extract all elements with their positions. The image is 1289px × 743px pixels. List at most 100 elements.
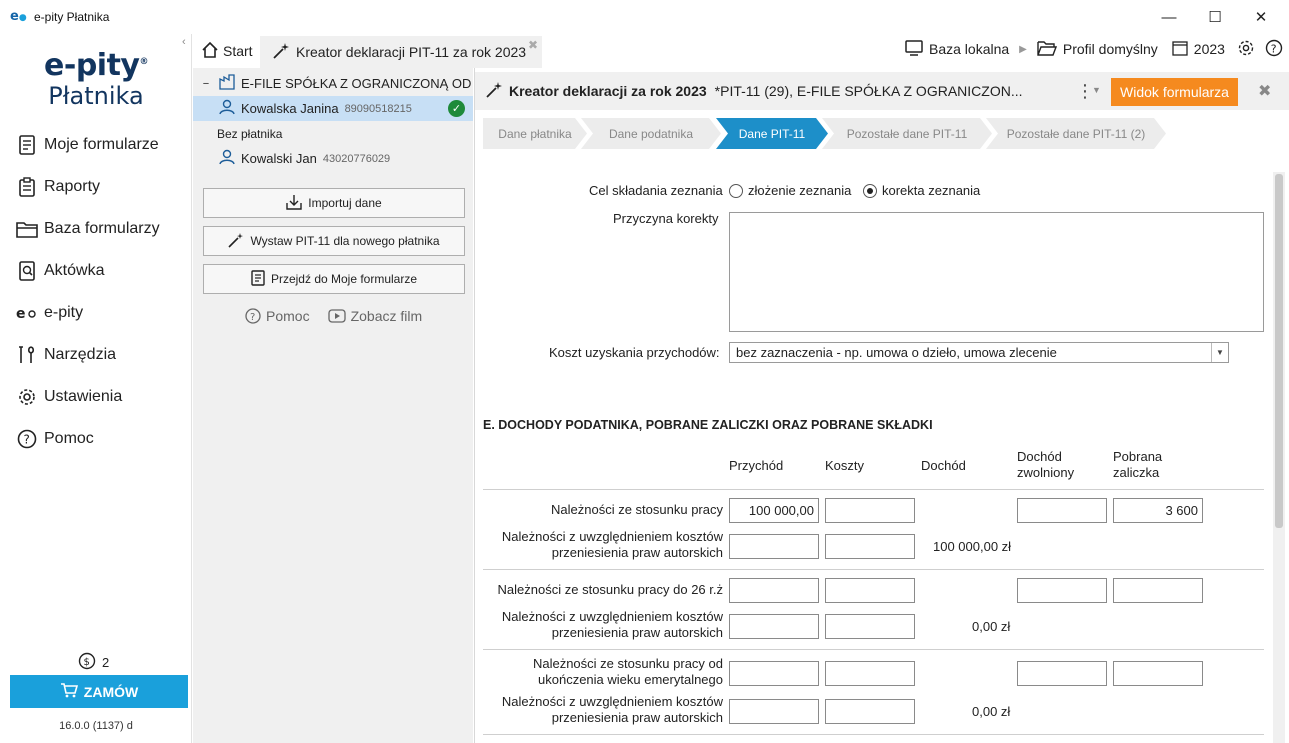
gear-icon [16, 386, 38, 408]
svg-text:$: $ [84, 657, 90, 668]
radio-korekta[interactable]: korekta zeznania [863, 183, 980, 198]
col-zwolniony-2: zwolniony [1017, 465, 1075, 480]
tab-close-icon[interactable]: ✖ [528, 38, 538, 52]
import-data-button[interactable]: Importuj dane [203, 188, 465, 218]
row1-przychod-input[interactable]: 100 000,00 [729, 498, 819, 523]
przejdz-button[interactable]: Przejdź do Moje formularze [203, 264, 465, 294]
order-label: ZAMÓW [83, 683, 139, 700]
magic-wand-icon [272, 42, 290, 63]
settings-icon[interactable] [1237, 39, 1255, 60]
row3b-przychod-input[interactable] [729, 699, 819, 724]
row3-zwolniony-input[interactable] [1017, 661, 1107, 686]
collapse-tree-icon[interactable]: − [199, 78, 213, 90]
wizard-steps: Dane płatnika Dane podatnika Dane PIT-11… [483, 118, 1183, 149]
epity-icon: e [16, 302, 38, 324]
wystaw-pit11-button[interactable]: Wystaw PIT-11 dla nowego płatnika [203, 226, 465, 256]
clipboard-icon [16, 176, 38, 198]
svg-text:e: e [16, 306, 26, 320]
row1b-przychod-input[interactable] [729, 534, 819, 559]
sidebar-item-narzedzia[interactable]: Narzędzia [0, 334, 192, 376]
person-pesel: 89090518215 [344, 102, 412, 115]
pomoc-label: Pomoc [266, 308, 310, 324]
dropdown-arrow-icon[interactable]: ▼ [1211, 343, 1228, 362]
minimize-button[interactable]: — [1146, 4, 1192, 30]
help-icon: ? [16, 428, 38, 450]
sidebar-item-moje-formularze[interactable]: Moje formularze [0, 124, 192, 166]
sidebar-item-ustawienia[interactable]: Ustawienia [0, 376, 192, 418]
bez-platnika-label: Bez płatnika [217, 126, 283, 141]
tree-bez-platnika-row[interactable]: Bez płatnika [193, 121, 473, 146]
step-pozostale-dane[interactable]: Pozostałe dane PIT-11 [822, 118, 992, 149]
row1-zwolniony-input[interactable] [1017, 498, 1107, 523]
radio-zlozenie[interactable]: złożenie zeznania [729, 183, 851, 198]
widok-formularza-button[interactable]: Widok formularza [1111, 78, 1238, 106]
close-window-button[interactable]: ✕ [1238, 4, 1284, 30]
radio-zlozenie-circle[interactable] [729, 184, 743, 198]
order-button[interactable]: ZAMÓW [10, 675, 188, 708]
row1-koszty-input[interactable] [825, 498, 915, 523]
year-selector[interactable]: 2023 [1194, 41, 1225, 57]
coins-counter[interactable]: $ 2 [78, 652, 109, 673]
help-circle-icon[interactable]: ? [1265, 39, 1283, 60]
step-dane-platnika[interactable]: Dane płatnika [483, 118, 587, 149]
row2-label: Należności ze stosunku pracy do 26 r.ż [497, 582, 723, 597]
maximize-button[interactable]: ☐ [1192, 4, 1238, 30]
koszt-select[interactable]: bez zaznaczenia - np. umowa o dzieło, um… [729, 342, 1229, 363]
row2-przychod-input[interactable] [729, 578, 819, 603]
help-links: ? Pomoc Zobacz film [245, 308, 422, 324]
close-wizard-icon[interactable]: ✖ [1258, 81, 1271, 101]
row3-koszty-input[interactable] [825, 661, 915, 686]
wizard-subtitle: *PIT-11 (29), E-FILE SPÓŁKA Z OGRANICZON… [714, 83, 1023, 99]
row3-przychod-input[interactable] [729, 661, 819, 686]
row3-zaliczka-input[interactable] [1113, 661, 1203, 686]
more-options-arrow-icon[interactable]: ▼ [1092, 85, 1101, 95]
row3-label-2: ukończenia wieku emerytalnego [538, 672, 723, 687]
sidebar-item-epity[interactable]: e e-pity [0, 292, 192, 334]
zobacz-film-link[interactable]: Zobacz film [327, 308, 423, 324]
col-dochod: Dochód [921, 458, 966, 473]
person-icon [219, 99, 235, 118]
pomoc-link[interactable]: ? Pomoc [245, 308, 310, 324]
step-pozostale-dane-2[interactable]: Pozostałe dane PIT-11 (2) [986, 118, 1166, 149]
row2-zaliczka-input[interactable] [1113, 578, 1203, 603]
briefcase-icon [16, 260, 38, 282]
row2-zwolniony-input[interactable] [1017, 578, 1107, 603]
taxpayer-tree-panel: − E-FILE SPÓŁKA Z OGRANICZONĄ ODPO Kowal… [193, 68, 473, 743]
vertical-scrollbar[interactable] [1273, 172, 1285, 743]
profil-link[interactable]: Profil domyślny [1063, 41, 1158, 57]
zobacz-film-label: Zobacz film [350, 308, 423, 324]
baza-lokalna-link[interactable]: Baza lokalna [929, 41, 1009, 57]
tree-company-row[interactable]: − E-FILE SPÓŁKA Z OGRANICZONĄ ODPO [193, 71, 473, 96]
row2b-przychod-input[interactable] [729, 614, 819, 639]
magic-wand-icon [228, 232, 244, 251]
divider [483, 489, 1264, 490]
row3b-label-1: Należności z uwzględnieniem kosztów [501, 694, 723, 709]
col-zaliczka-2: zaliczka [1113, 465, 1160, 480]
folder-icon [16, 218, 38, 240]
sidebar-item-baza-formularzy[interactable]: Baza formularzy [0, 208, 192, 250]
tab-kreator-label: Kreator deklaracji PIT-11 za rok 2023 [296, 44, 527, 60]
row2-koszty-input[interactable] [825, 578, 915, 603]
scrollbar-thumb[interactable] [1275, 174, 1283, 528]
tree-person-row[interactable]: Kowalski Jan 43020776029 [193, 146, 473, 171]
person-name: Kowalski Jan [241, 151, 317, 166]
sidebar-item-label: Baza formularzy [44, 220, 160, 237]
tree-person-row[interactable]: Kowalska Janina 89090518215 ✓ [193, 96, 473, 121]
radio-korekta-circle[interactable] [863, 184, 877, 198]
sidebar-item-pomoc[interactable]: ? Pomoc [0, 418, 192, 460]
row2b-koszty-input[interactable] [825, 614, 915, 639]
tab-kreator[interactable]: Kreator deklaracji PIT-11 za rok 2023 ✖ [260, 36, 542, 68]
sidebar-item-label: Narzędzia [44, 346, 117, 363]
sidebar-item-raporty[interactable]: Raporty [0, 166, 192, 208]
row3b-koszty-input[interactable] [825, 699, 915, 724]
row1-zaliczka-input[interactable]: 3 600 [1113, 498, 1203, 523]
step-dane-podatnika[interactable]: Dane podatnika [581, 118, 721, 149]
tab-start[interactable]: Start [193, 34, 259, 68]
step-dane-pit11[interactable]: Dane PIT-11 [716, 118, 828, 149]
top-right-bar: Baza lokalna ▶ Profil domyślny 2023 ? [905, 34, 1283, 64]
help-icon: ? [245, 308, 261, 324]
przyczyna-korekty-textarea[interactable] [729, 212, 1264, 332]
divider [483, 734, 1264, 735]
row1b-koszty-input[interactable] [825, 534, 915, 559]
sidebar-item-aktowka[interactable]: Aktówka [0, 250, 192, 292]
